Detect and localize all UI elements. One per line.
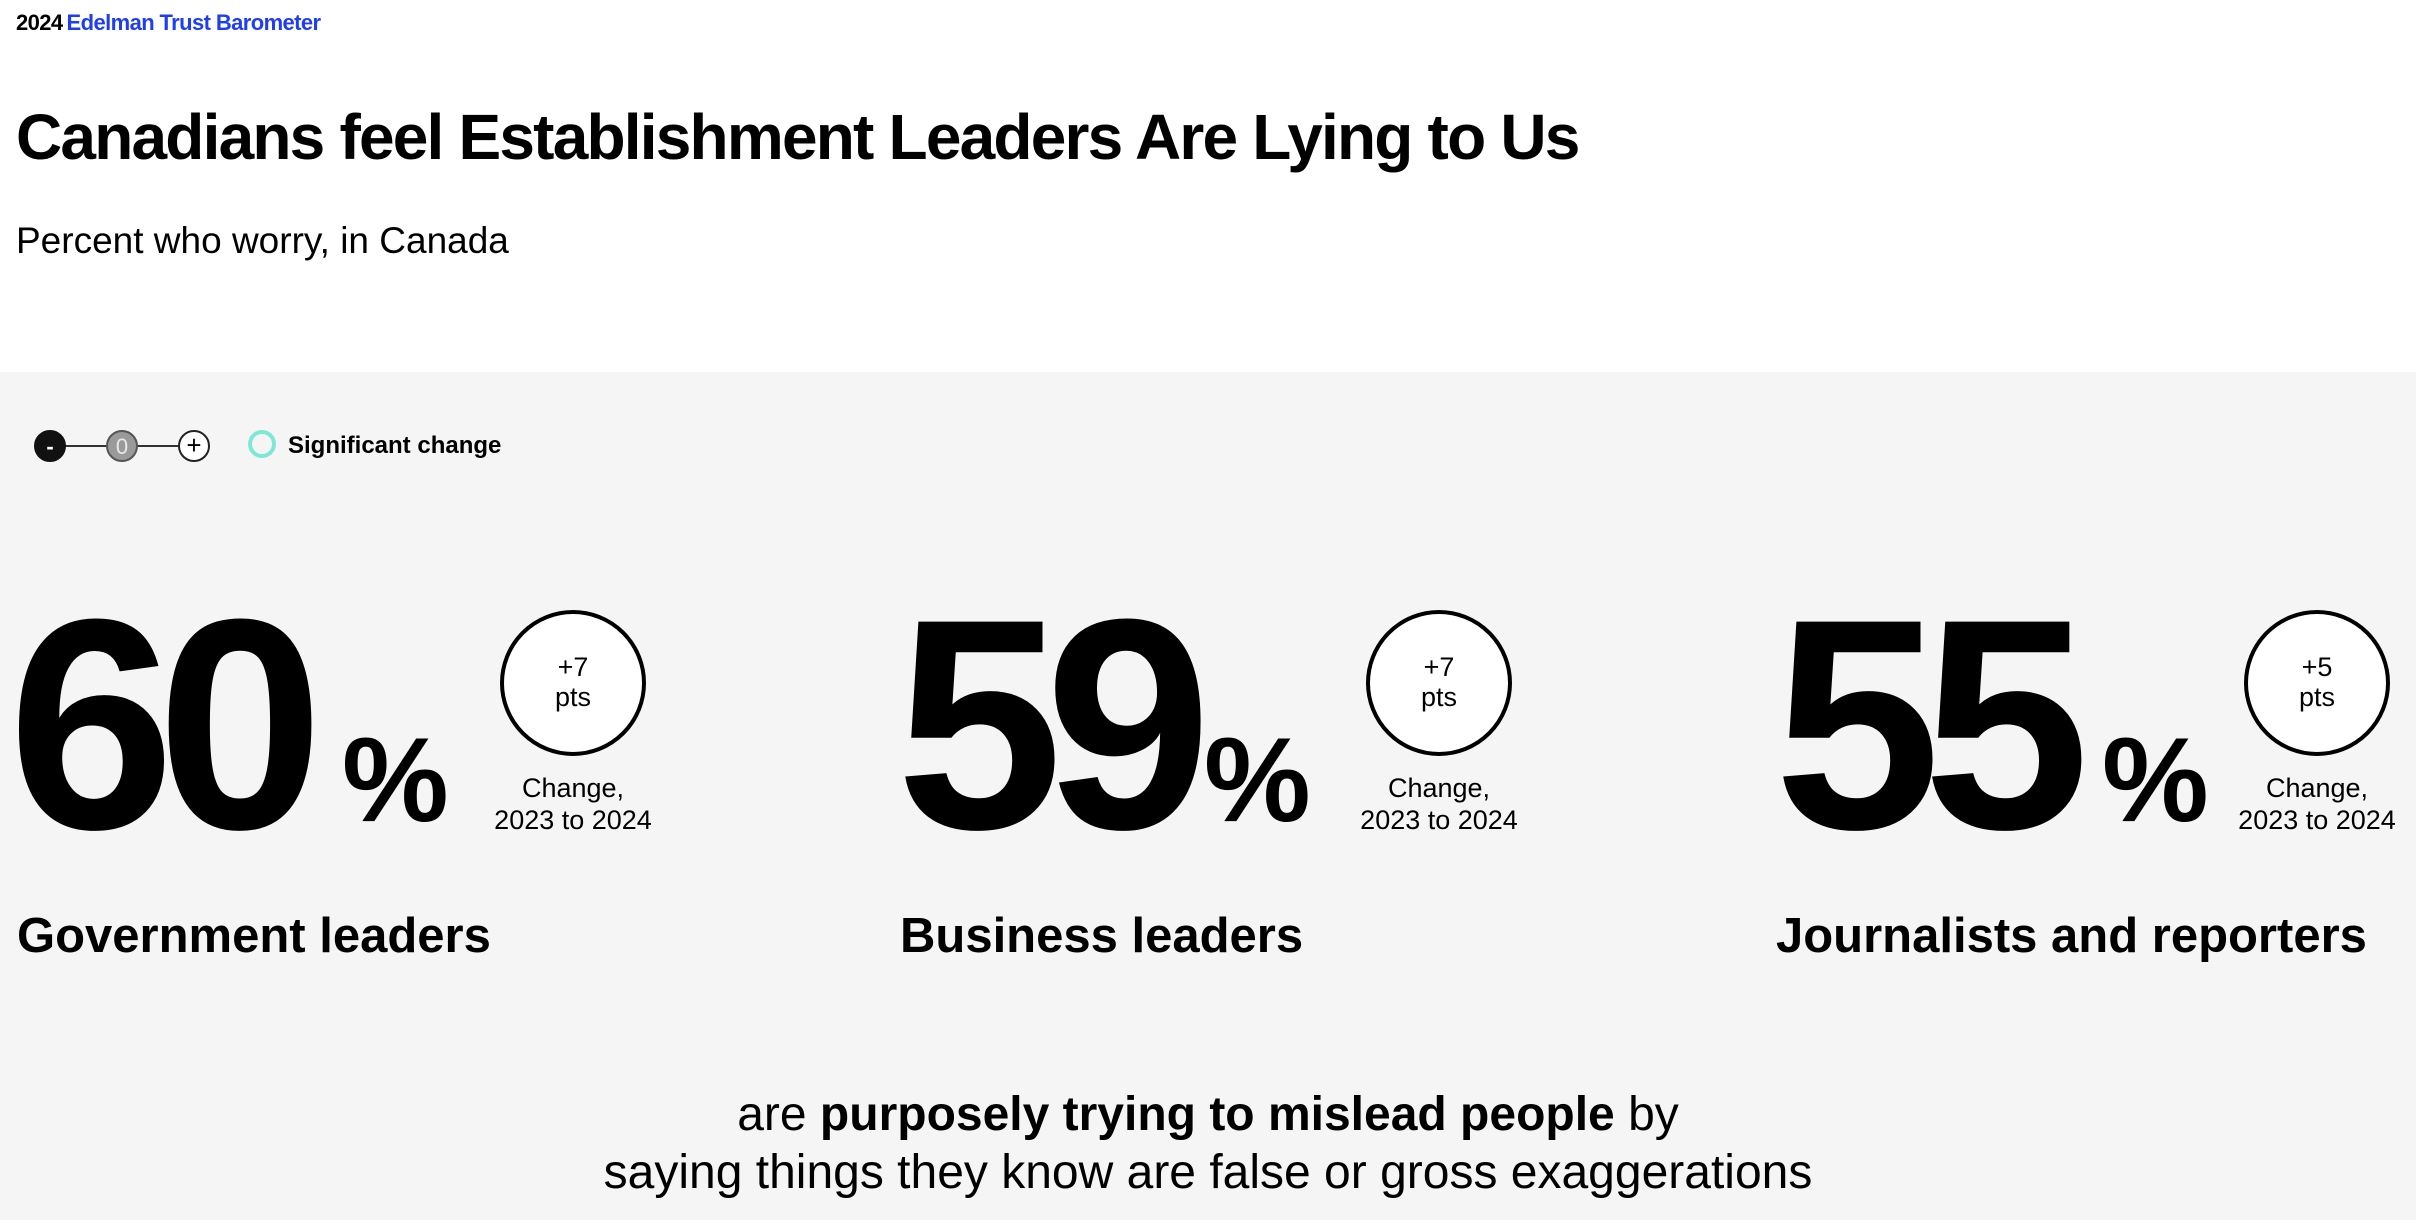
page: 2024 Edelman Trust Barometer Canadians fe… [0,0,2416,1220]
brand-year: 2024 [16,10,63,35]
change-caption-line-1: Change, [1387,773,1491,803]
stat-value: 60 [8,556,324,892]
change-caption-line-1: Change, [2265,773,2369,803]
stat-unit: % [2102,713,2209,847]
statement-line-1: are purposely trying to mislead people b… [0,1086,2416,1144]
stat-label: Journalists and reporters [1776,909,2367,963]
stat-label: Government leaders [17,909,491,963]
legend-minus-dot: - [34,430,66,462]
brand-header: 2024 Edelman Trust Barometer [16,10,321,36]
stat-value: 55 [1774,556,2090,892]
change-caption-line-2: 2023 to 2024 [1360,805,1518,836]
change-caption: Change, 2023 to 2024 [1344,772,1534,837]
change-unit: pts [554,682,592,712]
change-unit: pts [2298,682,2336,712]
stat-government-leaders: 60 % +7 pts Change, 2023 to 2024 Governm… [8,574,708,990]
significant-change-label: Significant change [288,432,502,459]
change-bubble: +5 pts [2244,610,2390,756]
stat-unit: % [342,713,449,847]
statement-emphasis: purposely trying to mislead people [819,1088,1615,1141]
legend-zero-dot: 0 [106,430,138,462]
page-title: Canadians feel Establishment Leaders Are… [16,101,1580,173]
change-bubble: +7 pts [500,610,646,756]
legend: - 0 + Significant change [34,428,514,464]
stat-value: 59 [896,556,1212,892]
change-caption-line-2: 2023 to 2024 [2238,805,2396,836]
page-subtitle: Percent who worry, in Canada [16,220,509,261]
change-value: +7 [1423,652,1455,683]
stat-journalists-and-reporters: 55 % +5 pts Change, 2023 to 2024 Journal… [1774,574,2416,990]
change-bubble: +7 pts [1366,610,1512,756]
stat-label: Business leaders [900,909,1304,963]
change-value: +5 [2301,652,2333,683]
change-caption-line-1: Change, [521,773,625,803]
legend-plus-dot: + [178,430,210,462]
statement-line-2: saying things they know are false or gro… [603,1146,1813,1199]
statement-suffix: by [1628,1088,1679,1141]
stat-unit: % [1204,713,1311,847]
change-caption: Change, 2023 to 2024 [2222,772,2412,837]
significant-change-ring-icon [248,430,276,458]
brand-name: Edelman Trust Barometer [66,10,322,35]
statement-text: are purposely trying to mislead people b… [0,1086,2416,1202]
change-value: +7 [557,652,589,683]
change-caption-line-2: 2023 to 2024 [494,805,652,836]
statement-prefix: are [737,1088,807,1141]
change-unit: pts [1420,682,1458,712]
change-caption: Change, 2023 to 2024 [478,772,668,837]
stat-business-leaders: 59 % +7 pts Change, 2023 to 2024 Busines… [896,574,1596,990]
